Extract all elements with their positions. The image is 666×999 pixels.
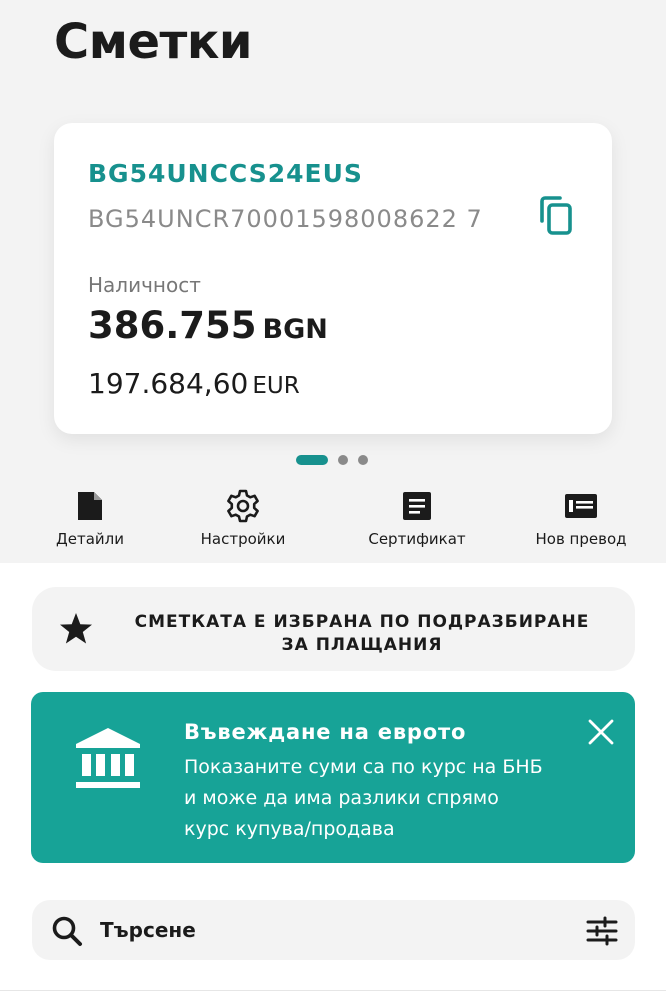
euro-banner-line1: Показаните суми са по курс на БНБ [184, 756, 543, 778]
filter-icon[interactable] [585, 916, 619, 946]
default-account-line2: ЗА ПЛАЩАНИЯ [281, 635, 443, 655]
default-account-line1: СМЕТКАТА Е ИЗБРАНА ПО ПОДРАЗБИРАНЕ [134, 612, 590, 632]
account-name: BG54UNCCS24EUS [88, 159, 363, 188]
transfer-icon [563, 488, 599, 524]
bottom-divider [0, 990, 666, 991]
document-icon [72, 488, 108, 524]
star-icon [58, 611, 94, 647]
euro-info-banner: Въвеждане на еврото Показаните суми са п… [31, 692, 635, 863]
copy-icon[interactable] [538, 195, 578, 239]
bank-icon [73, 726, 143, 792]
pager-dot-active[interactable] [296, 455, 328, 465]
new-transfer-button[interactable]: Нов превод [511, 488, 651, 552]
euro-banner-title: Въвеждане на еврото [184, 720, 467, 744]
balance-value: 386.755 [88, 304, 257, 347]
balance-currency: BGN [262, 314, 328, 345]
details-label: Детайли [56, 530, 124, 548]
euro-banner-text: Показаните суми са по курс на БНБ и може… [184, 752, 584, 845]
card-pager[interactable] [296, 455, 368, 465]
default-account-text: СМЕТКАТА Е ИЗБРАНА ПО ПОДРАЗБИРАНЕ ЗА ПЛ… [102, 611, 622, 657]
account-iban: BG54UNCR70001598008622 7 [88, 205, 483, 233]
balance-label: Наличност [88, 273, 201, 297]
balance-secondary: 197.684,60 EUR [88, 367, 300, 400]
balance-secondary-currency: EUR [252, 373, 300, 399]
search-icon [50, 914, 84, 948]
certificate-label: Сертификат [368, 530, 466, 548]
pager-dot[interactable] [358, 455, 368, 465]
settings-label: Настройки [200, 530, 286, 548]
settings-button[interactable]: Настройки [173, 488, 313, 552]
balance-secondary-value: 197.684,60 [88, 367, 249, 400]
euro-banner-line3: курс купува/продава [184, 818, 395, 840]
details-button[interactable]: Детайли [20, 488, 160, 552]
page-title: Сметки [54, 14, 253, 70]
new-transfer-label: Нов превод [535, 530, 627, 548]
search-input[interactable] [100, 914, 540, 946]
certificate-icon [399, 488, 435, 524]
euro-banner-line2: и може да има разлики спрямо [184, 787, 499, 809]
certificate-button[interactable]: Сертификат [347, 488, 487, 552]
account-card[interactable]: BG54UNCCS24EUS BG54UNCR70001598008622 7 … [54, 123, 612, 434]
close-icon[interactable] [586, 717, 616, 747]
search-bar[interactable] [32, 900, 635, 960]
default-account-banner[interactable]: СМЕТКАТА Е ИЗБРАНА ПО ПОДРАЗБИРАНЕ ЗА ПЛ… [32, 587, 635, 671]
pager-dot[interactable] [338, 455, 348, 465]
balance-amount: 386.755 BGN [88, 304, 328, 347]
gear-icon [225, 488, 261, 524]
account-actions: Детайли Настройки Сертификат Нов превод [0, 488, 666, 552]
